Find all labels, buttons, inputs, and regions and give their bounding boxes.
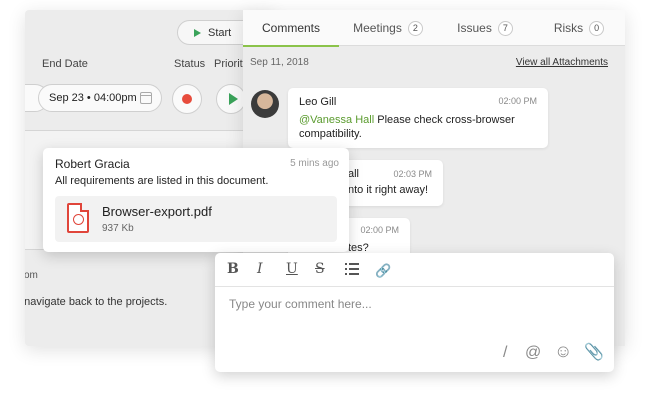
end-date-label: End Date (42, 58, 88, 70)
count-badge: 2 (407, 20, 423, 36)
underline-button[interactable]: U (286, 262, 298, 276)
comment-time: 5 mins ago (290, 158, 339, 169)
comment-input[interactable]: Type your comment here... (229, 297, 372, 311)
comment-text-line-2: compatibility. (299, 128, 362, 140)
tab-issues[interactable]: Issues 7 (437, 10, 533, 46)
file-size: 937 Kb (102, 223, 134, 234)
status-label: Status (174, 58, 206, 70)
comment-time: 02:00 PM (498, 96, 537, 106)
end-date-field[interactable]: Sep 23 • 04:00pm (38, 84, 162, 112)
bold-button[interactable]: B (227, 262, 239, 276)
comment-author: all (348, 168, 360, 180)
attachment-icon[interactable]: 📎 (584, 342, 604, 362)
comment-text: nto it right away! (348, 184, 429, 196)
slash-icon[interactable]: / (503, 344, 507, 362)
tab-risks[interactable]: Risks 0 (533, 10, 625, 46)
status-indicator[interactable] (172, 84, 202, 114)
comment-time: 02:00 PM (360, 225, 399, 235)
play-icon (194, 28, 201, 37)
attachment-comment-card: Robert Gracia 5 mins ago All requirement… (43, 148, 349, 252)
count-badge: 7 (497, 20, 513, 36)
calendar-icon (140, 92, 152, 104)
comment-author: Leo Gill (299, 96, 337, 108)
file-attachment[interactable]: Browser-export.pdf 937 Kb (55, 196, 337, 242)
priority-indicator[interactable] (216, 84, 246, 114)
comment-editor: B I U S 🔗 Type your comment here... / @ … (215, 253, 614, 372)
footer-text: o navigate back to the projects. (25, 296, 168, 308)
comment-author: Robert Gracia (55, 157, 130, 171)
file-name: Browser-export.pdf (102, 204, 212, 219)
comment-time: 02:03 PM (393, 169, 432, 179)
tab-label: Comments (261, 21, 320, 35)
comment-text: @Vanessa Hall Please check cross-browser… (299, 113, 539, 141)
thread-date: Sep 11, 2018 (250, 57, 309, 68)
start-label: Start (208, 26, 232, 39)
tab-label: Meetings (353, 21, 402, 35)
avatar (251, 90, 279, 118)
italic-button[interactable]: I (257, 262, 263, 276)
pdf-file-icon (67, 203, 89, 233)
formatting-toolbar: B I U S 🔗 (215, 253, 614, 287)
tab-comments[interactable]: Comments (243, 10, 339, 47)
comment-text: All requirements are listed in this docu… (55, 175, 269, 187)
bullet-list-icon[interactable] (345, 263, 359, 275)
link-icon[interactable]: 🔗 (375, 263, 391, 279)
comment-bubble-leo: Leo Gill 02:00 PM @Vanessa Hall Please c… (288, 88, 548, 148)
tab-meetings[interactable]: Meetings 2 (339, 10, 437, 46)
comment-text-line-1: Please check cross-browser (374, 114, 515, 126)
tab-bar: Comments Meetings 2 Issues 7 Risks 0 (243, 10, 625, 47)
count-badge: 0 (589, 20, 605, 36)
footer-fragment: om (25, 270, 38, 281)
mention-link[interactable]: @Vanessa Hall (299, 114, 374, 126)
mention-icon[interactable]: @ (525, 344, 541, 362)
tab-label: Issues (457, 21, 492, 35)
strikethrough-button[interactable]: S (315, 262, 325, 276)
end-date-value: Sep 23 • 04:00pm (49, 92, 137, 104)
view-all-attachments-link[interactable]: View all Attachments (516, 57, 608, 68)
emoji-icon[interactable]: ☺ (554, 341, 572, 362)
tab-label: Risks (553, 21, 584, 35)
